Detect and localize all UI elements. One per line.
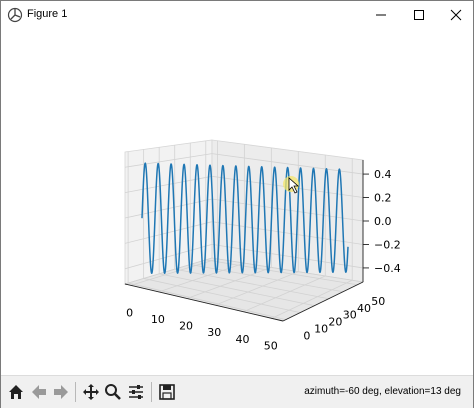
back-icon [32,385,46,399]
save-icon [159,384,175,400]
pan-icon [83,384,99,400]
pan-button[interactable] [80,381,102,403]
zoom-icon [105,384,121,400]
y-tick-label: 40 [357,302,371,315]
y-tick-label: 10 [314,323,328,336]
z-tick-label: 0.4 [374,168,392,181]
window-title: Figure 1 [27,8,68,20]
zoom-button[interactable] [102,381,124,403]
plot-canvas[interactable]: 0 10 20 30 40 50 0 10 20 30 40 50 0.4 0.2 0.0 −0.2 −0.4 [1,29,473,375]
title-bar[interactable]: Figure 1 [1,1,473,29]
y-tick-label: 30 [343,309,357,322]
y-tick-label: 50 [371,295,385,308]
home-icon [9,385,23,399]
x-tick-label: 0 [126,306,133,319]
status-text: azimuth=-60 deg, elevation=13 deg [304,386,461,397]
toolbar-separator [151,382,152,402]
back-button[interactable] [28,381,50,403]
close-icon [450,9,462,21]
maximize-icon [414,10,424,20]
y-tick-label: 20 [328,316,342,329]
toolbar-separator [75,382,76,402]
3d-axes[interactable]: 01020304050010203040500.40.20.0−0.2−0.4 [1,29,473,375]
save-button[interactable] [156,381,178,403]
y-tick-label: 0 [303,330,310,343]
forward-button[interactable] [50,381,72,403]
home-button[interactable] [5,381,27,403]
z-tick-label: 0.0 [374,215,392,228]
maximize-button[interactable] [400,1,438,29]
z-tick-label: −0.2 [374,238,401,251]
navigation-toolbar: azimuth=-60 deg, elevation=13 deg [1,375,473,408]
x-tick-label: 10 [151,313,165,326]
forward-icon [54,385,68,399]
figure-window: Figure 1 0 10 20 30 40 50 0 10 20 30 40 … [0,0,474,408]
x-tick-label: 50 [264,339,278,352]
back-right-pane [211,139,364,283]
configure-subplots-icon [129,385,143,399]
z-tick-label: −0.4 [374,262,401,275]
x-tick-label: 30 [207,326,221,339]
z-tick-label: 0.2 [374,192,392,205]
close-button[interactable] [437,1,474,29]
minimize-button[interactable] [362,1,400,29]
configure-subplots-button[interactable] [125,381,147,403]
x-tick-label: 20 [179,320,193,333]
x-tick-label: 40 [236,333,250,346]
app-icon [7,7,23,23]
minimize-icon [376,14,386,16]
